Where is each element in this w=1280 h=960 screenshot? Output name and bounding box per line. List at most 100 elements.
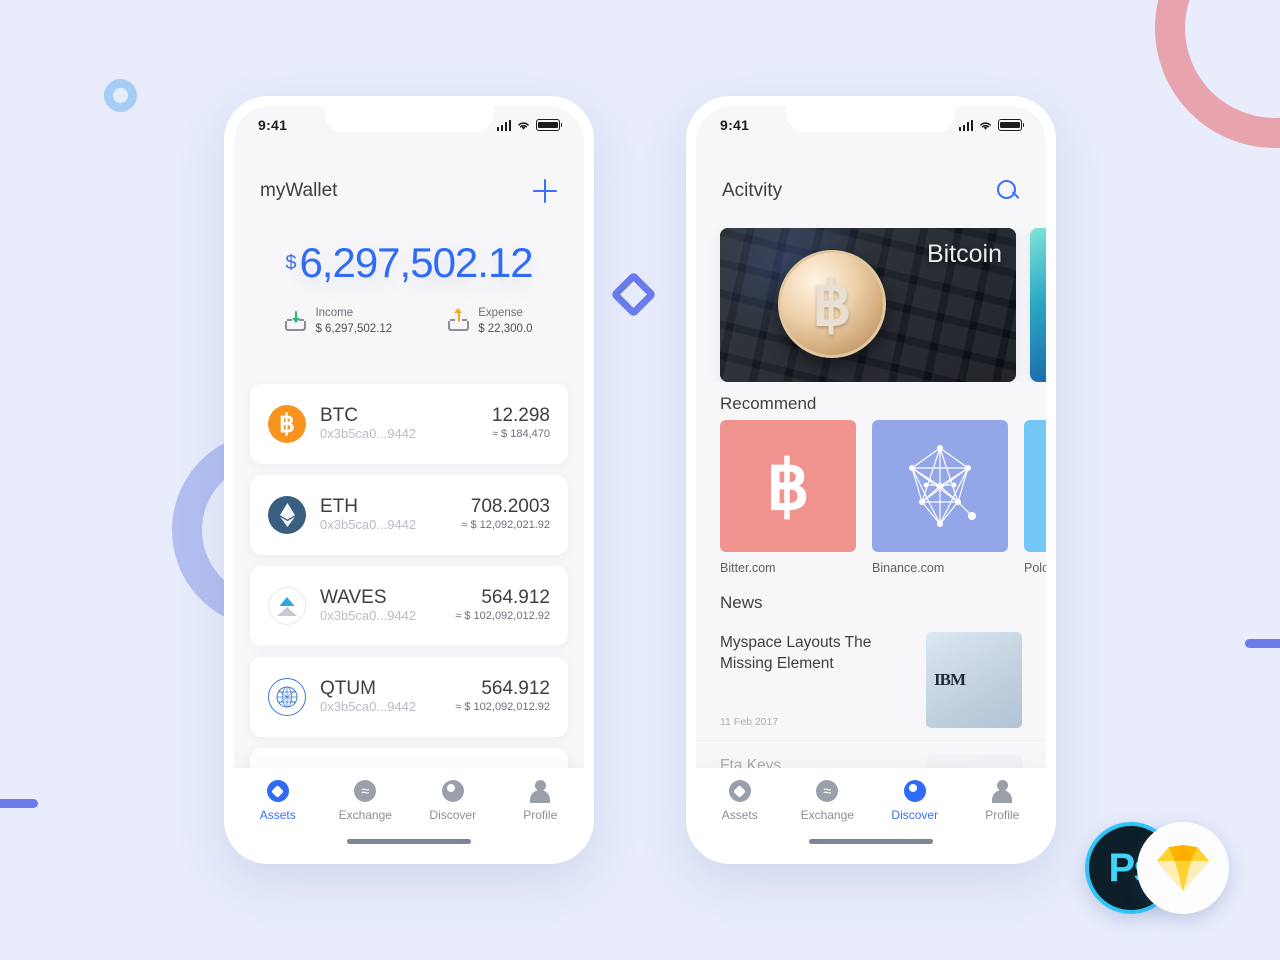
qtum-coin-icon [268,678,306,716]
banner-title: Bitcoin [926,240,1002,268]
balance-amount: 6,297,502.12 [299,239,533,286]
news-list[interactable]: Myspace Layouts The Missing Element 11 F… [696,618,1046,768]
wifi-icon [980,122,991,130]
news-title: Fta Keys [720,757,782,768]
list-item[interactable]: Binance.com [872,420,1008,575]
tab-profile[interactable]: Profile [959,780,1047,822]
table-row[interactable]: ฿ BTC 0x3b5ca0...9442 12.298 ≈ $ 184,470 [250,384,568,464]
tab-assets[interactable]: Assets [234,780,322,822]
discover-icon [903,780,926,802]
table-row[interactable]: WAVES 0x3b5ca0...9442 564.912 ≈ $ 102,09… [250,566,568,646]
asset-symbol: BTC [320,404,358,426]
income-label: Income [315,307,354,319]
wallet-app-bar: myWallet [234,168,584,214]
status-time: 9:41 [258,117,288,133]
status-time: 9:41 [720,117,750,133]
status-icons [496,119,563,131]
signal-icon [496,119,511,131]
decorative-ring-pink [1155,0,1280,148]
btc-coin-icon: ฿ [268,405,306,443]
wallet-screen: 9:41 myWallet $ 6,297,502.12 Income $ 6,… [234,106,584,854]
asset-symbol: QTUM [320,677,376,699]
add-icon[interactable] [532,178,558,204]
asset-fiat: ≈ $ 102,092,012.92 [455,700,550,713]
network-mesh-icon [872,420,1008,552]
bottom-tab-bar: Assets ≈ Exchange Discover Profile [234,768,584,854]
tab-assets[interactable]: Assets [696,780,784,822]
device-notch [325,106,493,132]
tab-discover[interactable]: Discover [871,780,959,822]
section-heading-news: News [720,593,763,612]
banner-bitcoin[interactable]: ฿ Bitcoin [720,228,1016,382]
waves-coin-icon [268,587,306,625]
expense-label: Expense [478,307,523,319]
banner-carousel[interactable]: ฿ Bitcoin [696,228,1046,382]
decorative-bar-right [1245,639,1280,648]
poloniex-icon [1024,420,1046,552]
recommend-carousel[interactable]: ฿ Bitter.com Binance.com Polo [696,420,1046,584]
income-value: $ 6,297,502.12 [315,322,393,335]
discover-app-bar: Acitvity [696,168,1046,214]
tab-discover[interactable]: Discover [409,780,497,822]
news-title: Myspace Layouts The Missing Element [720,634,872,673]
profile-icon [991,780,1013,803]
recommend-label: Binance.com [872,561,945,575]
asset-address: 0x3b5ca0...9442 [320,608,417,624]
asset-symbol: ETH [320,495,358,517]
search-icon[interactable] [996,179,1020,203]
asset-fiat: ≈ $ 12,092,021.92 [461,518,550,531]
wifi-icon [518,122,529,130]
page-title: Acitvity [722,180,783,201]
table-row[interactable]: QTUM 0x3b5ca0...9442 564.912 ≈ $ 102,092… [250,657,568,737]
person-portrait-image [926,755,1022,768]
asset-address: 0x3b5ca0...9442 [320,426,417,442]
signal-icon [958,119,973,131]
tab-label: Exchange [800,808,854,822]
home-indicator [809,839,933,844]
tab-label: Discover [429,808,477,822]
tab-exchange[interactable]: ≈ Exchange [784,780,872,822]
exchange-icon: ≈ [816,780,839,802]
asset-amount: 12.298 [491,405,550,427]
assets-icon [728,780,751,802]
list-item[interactable]: Polone [1024,420,1046,575]
tab-label: Profile [523,808,558,822]
income-expense-row: Income $ 6,297,502.12 Expense $ 22,300.0 [234,306,584,337]
asset-amount: 564.912 [481,587,550,609]
banner-next-partial[interactable] [1030,228,1046,382]
home-indicator [347,839,471,844]
list-item[interactable]: Fta Keys [696,741,1046,768]
ibm-servers-image [926,632,1022,728]
expense-value: $ 22,300.0 [478,322,533,335]
status-icons [958,119,1025,131]
bitcoin-coin-image: ฿ [778,250,886,358]
list-item[interactable]: ฿ Bitter.com [720,420,856,575]
phone-mockup-wallet: 9:41 myWallet $ 6,297,502.12 Income $ 6,… [224,96,594,864]
tab-profile[interactable]: Profile [497,780,585,822]
assets-icon [266,780,289,802]
phone-mockup-discover: 9:41 Acitvity ฿ Bitcoin Recommend ฿ Bitt… [686,96,1056,864]
tab-label: Profile [985,808,1020,822]
list-item[interactable]: Myspace Layouts The Missing Element 11 F… [696,618,1046,741]
tab-label: Assets [259,808,296,822]
tab-exchange[interactable]: ≈ Exchange [322,780,410,822]
income-arrow-icon [285,311,307,332]
table-row[interactable]: ETH 0x3b5ca0...9442 708.2003 ≈ $ 12,092,… [250,475,568,555]
income-block: Income $ 6,297,502.12 [285,306,392,337]
profile-icon [529,780,551,803]
battery-icon [536,119,563,131]
discover-screen: 9:41 Acitvity ฿ Bitcoin Recommend ฿ Bitt… [696,106,1046,854]
asset-address: 0x3b5ca0...9442 [320,517,417,533]
eth-coin-icon [268,496,306,534]
app-badges: Ps [1085,822,1235,917]
tab-label: Exchange [338,808,392,822]
expense-arrow-icon [448,308,470,332]
bitcoin-b-icon: ฿ [720,420,856,552]
device-notch [787,106,955,132]
discover-icon [441,780,464,802]
tab-label: Assets [721,808,758,822]
section-heading-recommend: Recommend [720,394,817,413]
decorative-ring-blue [104,79,137,112]
expense-block: Expense $ 22,300.0 [448,306,533,337]
decorative-diamond [610,271,657,318]
